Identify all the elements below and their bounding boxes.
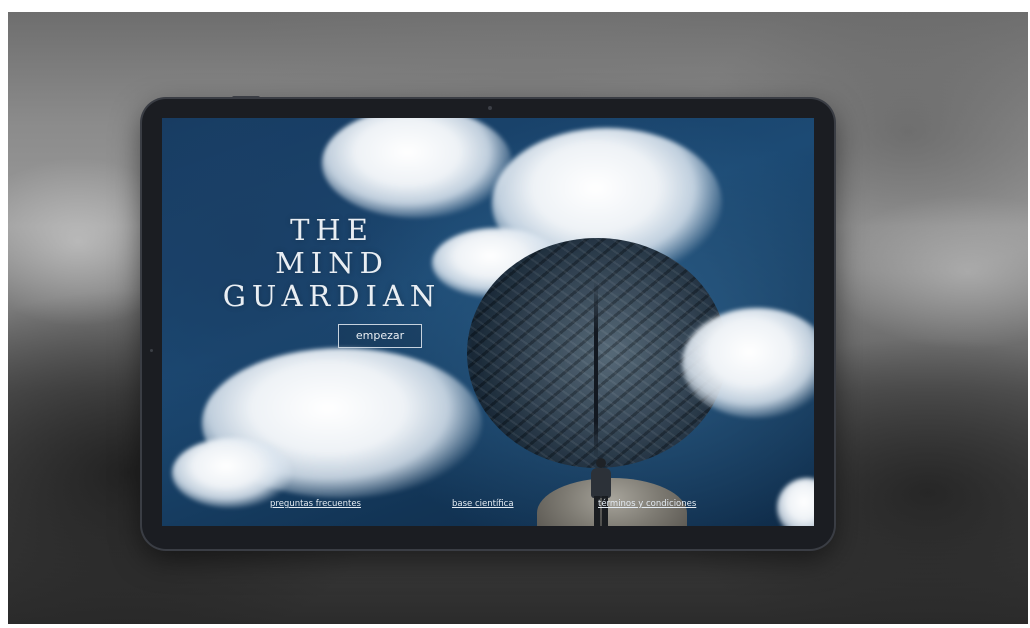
person-silhouette	[589, 458, 613, 526]
city-seam	[594, 278, 598, 458]
cloud-bottom-right	[777, 478, 814, 526]
title-line-2: MIND	[275, 245, 389, 280]
cloud-top-left	[322, 118, 512, 218]
site-title: THE MIND GUARDIAN	[182, 214, 482, 312]
terms-link[interactable]: términos y condiciones	[598, 499, 696, 509]
tablet-device: THE MIND GUARDIAN empezar preguntas frec…	[142, 96, 834, 549]
website-screen: THE MIND GUARDIAN empezar preguntas frec…	[162, 118, 814, 526]
cloud-bottom-far-left	[172, 438, 292, 508]
camera-dot	[488, 106, 492, 110]
tablet-power-button	[232, 96, 260, 99]
start-button[interactable]: empezar	[338, 324, 422, 348]
faq-link[interactable]: preguntas frecuentes	[270, 499, 361, 509]
side-sensor	[150, 349, 153, 352]
title-line-1: THE	[290, 213, 374, 247]
scientific-basis-link[interactable]: base científica	[452, 499, 514, 509]
title-line-3: GUARDIAN	[222, 278, 442, 313]
